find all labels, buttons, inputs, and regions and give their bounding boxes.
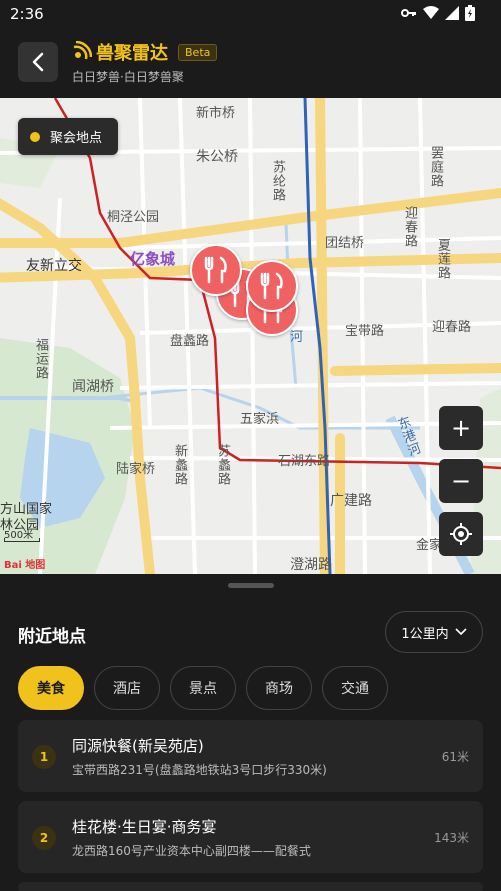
key-icon [401, 7, 417, 19]
category-filters: 美食 酒店 景点 商场 交通 [18, 666, 388, 710]
map-label: 团结桥 [325, 236, 365, 251]
map-label: 迎春路 [432, 320, 472, 335]
filter-hotel[interactable]: 酒店 [94, 666, 160, 710]
place-item-partial[interactable] [18, 882, 483, 891]
radar-icon [70, 41, 92, 63]
place-address: 龙西路160号产业资本中心副四楼——配餐式 [72, 844, 311, 858]
place-index: 1 [32, 745, 56, 769]
status-time: 2:36 [10, 5, 44, 23]
status-bar: 2:36 [0, 0, 501, 28]
beta-badge: Beta [178, 43, 218, 61]
map-label: 罢庭路 [428, 146, 443, 188]
map-label: 五家浜 [240, 412, 280, 427]
wifi-icon [423, 6, 439, 20]
map-label: 宝带路 [345, 324, 385, 339]
gather-dot-icon [30, 131, 40, 142]
map-view[interactable]: 新市桥 朱公桥 桐泾公园 亿象城 友新立交 团结桥 宝带路 迎春路 盘蠡路 闻湖… [0, 98, 501, 574]
page-subtitle: 白日梦兽·白日梦兽聚 [72, 70, 184, 84]
restaurant-pin[interactable] [190, 244, 242, 296]
map-label: 苏纶路 [270, 160, 285, 202]
fork-knife-icon [260, 272, 283, 300]
place-name: 同源快餐(新吴苑店) [72, 737, 204, 755]
locate-icon [450, 523, 472, 545]
filter-mall[interactable]: 商场 [246, 666, 312, 710]
restaurant-pin[interactable] [246, 260, 298, 312]
app-header: 兽聚雷达 Beta 白日梦兽·白日梦兽聚 [0, 28, 501, 98]
battery-icon [465, 5, 475, 21]
map-label: 广建路 [330, 493, 372, 509]
back-button[interactable] [18, 42, 58, 82]
map-label: 陆家桥 [116, 462, 156, 477]
place-distance: 61米 [441, 750, 469, 764]
map-label: 石湖东路 [278, 454, 331, 469]
range-label: 1公里内 [401, 626, 449, 642]
map-label: 澄湖路 [290, 557, 332, 573]
filter-transport[interactable]: 交通 [322, 666, 388, 710]
status-icons [401, 5, 475, 21]
place-index: 2 [32, 826, 56, 850]
map-label: 苏蠡路 [215, 444, 230, 486]
filter-scenic[interactable]: 景点 [170, 666, 236, 710]
map-label: 盘蠡路 [170, 334, 210, 349]
map-label: 新蠡路 [172, 444, 187, 486]
locate-button[interactable] [439, 512, 483, 556]
map-label: 迎春路 [402, 206, 417, 248]
map-label: 亿象城 [130, 250, 176, 268]
chevron-down-icon [455, 628, 467, 636]
section-title: 附近地点 [18, 627, 86, 647]
map-label: 桐泾公园 [107, 210, 160, 225]
sheet-drag-handle[interactable] [228, 583, 274, 588]
fork-knife-icon [204, 256, 227, 284]
map-label: 河 [290, 330, 304, 345]
filter-food[interactable]: 美食 [18, 666, 84, 710]
zoom-out-button[interactable]: − [439, 459, 483, 503]
page-title: 兽聚雷达 [96, 43, 168, 64]
place-distance: 143米 [434, 831, 469, 845]
chevron-left-icon [32, 52, 44, 72]
gather-location-chip[interactable]: 聚会地点 [18, 118, 118, 155]
map-label: 新市桥 [196, 106, 236, 121]
place-item[interactable]: 2 桂花楼·生日宴·商务宴 龙西路160号产业资本中心副四楼——配餐式 143米 [18, 801, 483, 873]
place-name: 桂花楼·生日宴·商务宴 [72, 818, 217, 836]
range-dropdown[interactable]: 1公里内 [385, 611, 483, 653]
gather-location-label: 聚会地点 [50, 131, 103, 146]
zoom-in-button[interactable]: + [439, 406, 483, 450]
place-item[interactable]: 1 同源快餐(新吴苑店) 宝带西路231号(盘蠡路地铁站3号口步行330米) 6… [18, 720, 483, 792]
map-provider-logo: Bai 地图 [4, 560, 46, 571]
map-label: 闻湖桥 [72, 379, 114, 395]
map-label: 朱公桥 [196, 149, 238, 165]
map-scale-bar [4, 538, 40, 542]
signal-icon [445, 6, 459, 20]
map-label: 福运路 [33, 338, 48, 380]
nearby-sheet: 附近地点 1公里内 美食 酒店 景点 商场 交通 1 同源快餐(新吴苑店) 宝带… [0, 574, 501, 891]
map-label: 夏莲路 [435, 238, 450, 280]
title-row: 兽聚雷达 Beta [70, 39, 218, 65]
map-label: 友新立交 [26, 258, 82, 274]
place-address: 宝带西路231号(盘蠡路地铁站3号口步行330米) [72, 763, 327, 777]
